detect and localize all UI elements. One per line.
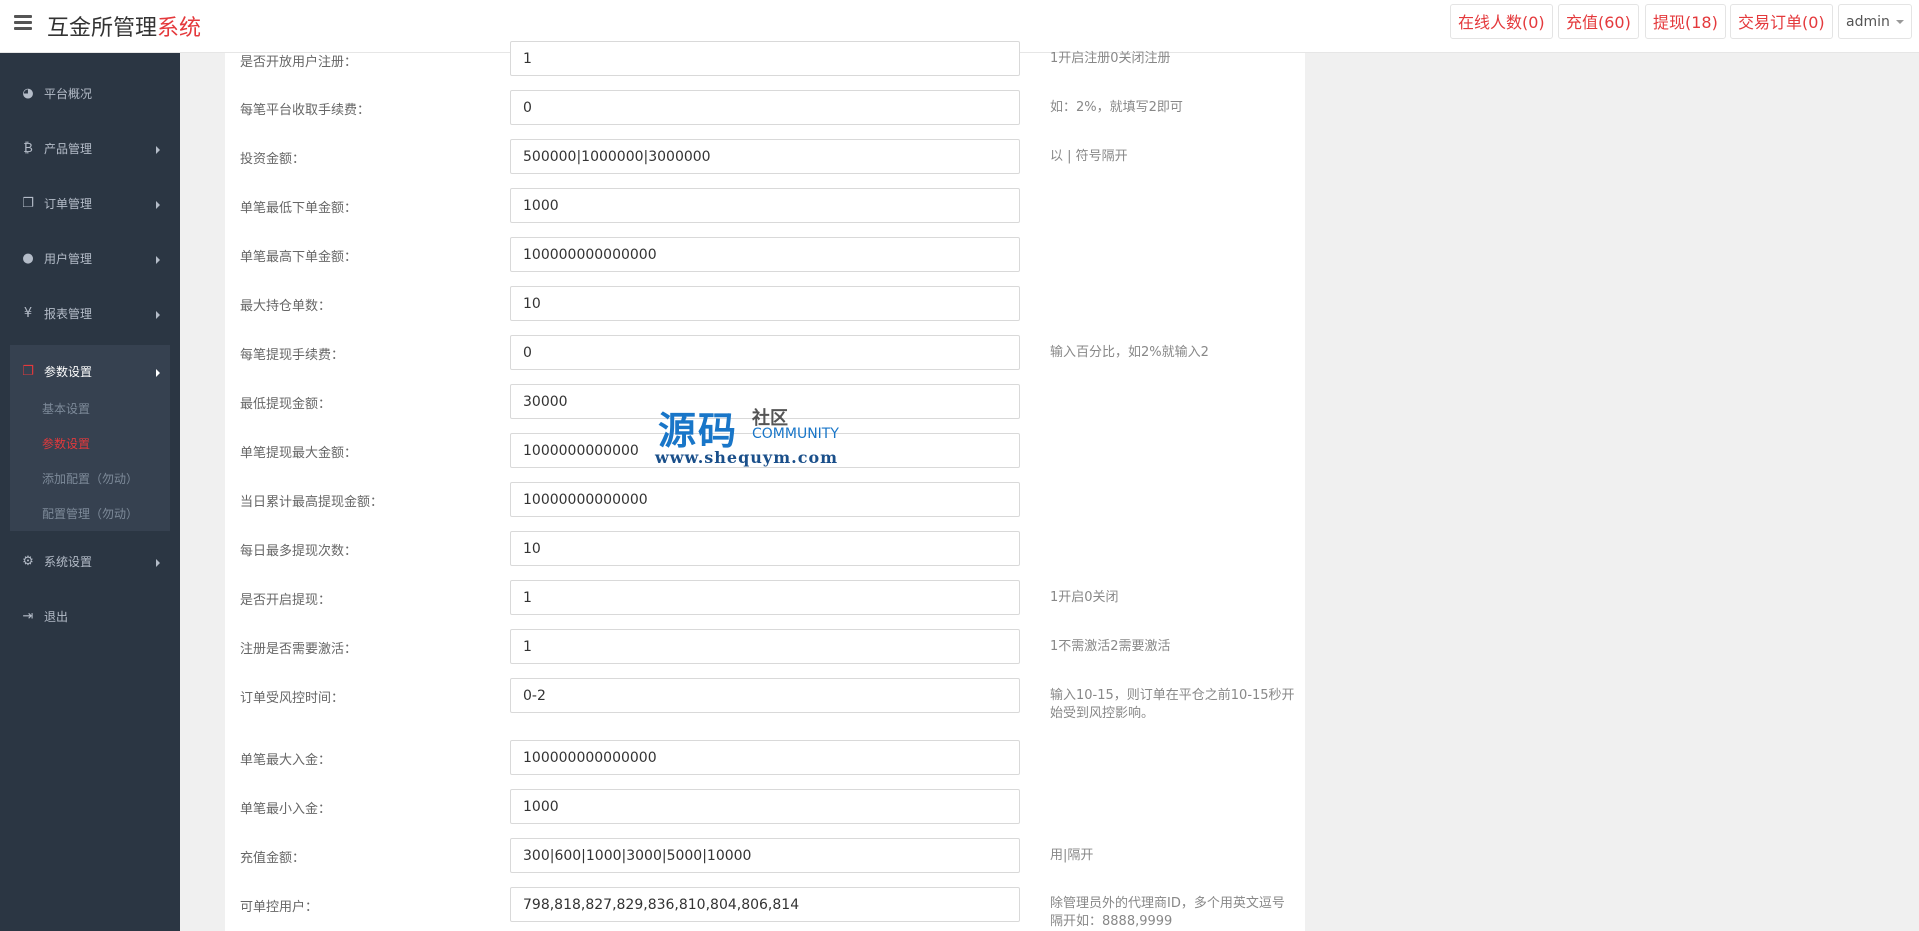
user-icon: ● xyxy=(22,251,34,266)
open-registration-input[interactable] xyxy=(510,41,1020,76)
sidebar-item-reports[interactable]: ¥ 报表管理 xyxy=(10,287,170,341)
field-label: 最低提现金额： xyxy=(240,397,332,412)
risk-control-time-input[interactable] xyxy=(510,678,1020,713)
field-label: 单笔最低下单金额： xyxy=(240,201,358,216)
bitcoin-icon: ₿ xyxy=(23,141,33,156)
recharge-amount-input[interactable] xyxy=(510,838,1020,873)
recharge-button[interactable]: 充值(60) xyxy=(1558,4,1639,39)
withdraw-button[interactable]: 提现(18) xyxy=(1645,4,1726,39)
field-label: 每日最多提现次数： xyxy=(240,544,358,559)
sidebar-item-label: 报表管理 xyxy=(44,307,93,321)
sidebar-item-label: 系统设置 xyxy=(44,555,93,569)
sidebar-item-dashboard[interactable]: ◕ 平台概况 xyxy=(10,67,170,121)
sidebar-item-params[interactable]: ❐ 参数设置 xyxy=(10,345,170,399)
caret-right-icon xyxy=(156,369,160,377)
gears-icon: ⚙ xyxy=(22,554,34,569)
field-hint: 输入百分比，如2%就输入2 xyxy=(1050,345,1209,360)
field-label: 充值金额： xyxy=(240,851,306,866)
sidebar-subitem-basic[interactable]: 基本设置 xyxy=(42,394,90,424)
caret-right-icon xyxy=(156,559,160,567)
sidebar-item-label: 订单管理 xyxy=(44,197,93,211)
caret-right-icon xyxy=(156,146,160,154)
copy-icon: ❐ xyxy=(22,196,34,211)
field-label: 可单控用户： xyxy=(240,900,319,915)
field-label: 是否开启提现： xyxy=(240,593,332,608)
daily-withdraw-count-input[interactable] xyxy=(510,531,1020,566)
field-hint: 用|隔开 xyxy=(1050,848,1094,863)
app-title-main: 互金所管理 xyxy=(47,16,158,41)
sidebar: ◕ 平台概况 ₿ 产品管理 ❐ 订单管理 ● 用户管理 ¥ 报表管理 ❐ 参数设… xyxy=(0,53,180,931)
sidebar-subitem-params[interactable]: 参数设置 xyxy=(42,429,90,459)
max-deposit-input[interactable] xyxy=(510,740,1020,775)
platform-fee-input[interactable] xyxy=(510,90,1020,125)
sidebar-item-label: 参数设置 xyxy=(44,365,93,379)
trade-orders-button[interactable]: 交易订单(0) xyxy=(1730,4,1833,39)
field-label: 单笔最小入金： xyxy=(240,802,332,817)
app-title: 互金所管理系统 xyxy=(47,10,201,42)
user-menu[interactable]: admin xyxy=(1838,4,1912,39)
caret-right-icon xyxy=(156,256,160,264)
field-label: 注册是否需要激活： xyxy=(240,642,358,657)
field-label: 订单受风控时间： xyxy=(240,691,345,706)
field-hint: 1开启0关闭 xyxy=(1050,590,1119,605)
max-single-withdraw-input[interactable] xyxy=(510,433,1020,468)
sidebar-item-logout[interactable]: ⇥ 退出 xyxy=(10,590,170,644)
sidebar-item-system[interactable]: ⚙ 系统设置 xyxy=(10,535,170,589)
single-control-users-input[interactable] xyxy=(510,887,1020,922)
field-hint: 以 | 符号隔开 xyxy=(1050,149,1128,164)
online-users-button[interactable]: 在线人数(0) xyxy=(1450,4,1553,39)
yen-icon: ¥ xyxy=(23,306,33,321)
field-label: 单笔提现最大金额： xyxy=(240,446,358,461)
sidebar-subitem-config-manage[interactable]: 配置管理（勿动） xyxy=(42,499,138,529)
caret-right-icon xyxy=(156,311,160,319)
field-label: 每笔平台收取手续费： xyxy=(240,103,371,118)
max-order-amount-input[interactable] xyxy=(510,237,1020,272)
sidebar-item-label: 平台概况 xyxy=(44,87,93,101)
field-label: 是否开放用户注册： xyxy=(240,55,358,70)
max-positions-input[interactable] xyxy=(510,286,1020,321)
dashboard-icon: ◕ xyxy=(22,86,34,101)
min-withdraw-amount-input[interactable] xyxy=(510,384,1020,419)
field-label: 最大持仓单数： xyxy=(240,299,332,314)
field-label: 当日累计最高提现金额： xyxy=(240,495,384,510)
user-name: admin xyxy=(1846,14,1890,30)
sidebar-item-orders[interactable]: ❐ 订单管理 xyxy=(10,177,170,231)
sidebar-item-label: 退出 xyxy=(44,610,69,624)
field-hint: 1不需激活2需要激活 xyxy=(1050,639,1171,654)
sidebar-item-label: 用户管理 xyxy=(44,252,93,266)
sidebar-item-users[interactable]: ● 用户管理 xyxy=(10,232,170,286)
min-deposit-input[interactable] xyxy=(510,789,1020,824)
field-label: 每笔提现手续费： xyxy=(240,348,345,363)
enable-withdraw-input[interactable] xyxy=(510,580,1020,615)
files-icon: ❐ xyxy=(22,364,34,379)
field-hint: 输入10-15，则订单在平仓之前10-15秒开始受到风控影响。 xyxy=(1050,688,1295,721)
registration-activation-input[interactable] xyxy=(510,629,1020,664)
field-hint: 除管理员外的代理商ID，多个用英文逗号隔开如：8888,9999 xyxy=(1050,896,1285,929)
field-label: 单笔最高下单金额： xyxy=(240,250,358,265)
app-title-accent: 系统 xyxy=(157,16,202,41)
caret-right-icon xyxy=(156,201,160,209)
field-label: 投资金额： xyxy=(240,152,306,167)
withdraw-fee-input[interactable] xyxy=(510,335,1020,370)
field-hint: 如：2%，就填写2即可 xyxy=(1050,100,1183,115)
min-order-amount-input[interactable] xyxy=(510,188,1020,223)
field-hint: 1开启注册0关闭注册 xyxy=(1050,51,1171,66)
menu-toggle-icon[interactable] xyxy=(14,15,32,31)
field-label: 单笔最大入金： xyxy=(240,753,332,768)
sign-out-icon: ⇥ xyxy=(22,609,34,624)
daily-max-withdraw-input[interactable] xyxy=(510,482,1020,517)
investment-amount-input[interactable] xyxy=(510,139,1020,174)
sidebar-item-label: 产品管理 xyxy=(44,142,93,156)
chevron-down-icon xyxy=(1895,20,1904,24)
sidebar-item-products[interactable]: ₿ 产品管理 xyxy=(10,122,170,176)
sidebar-subitem-add-config[interactable]: 添加配置（勿动） xyxy=(42,464,138,494)
